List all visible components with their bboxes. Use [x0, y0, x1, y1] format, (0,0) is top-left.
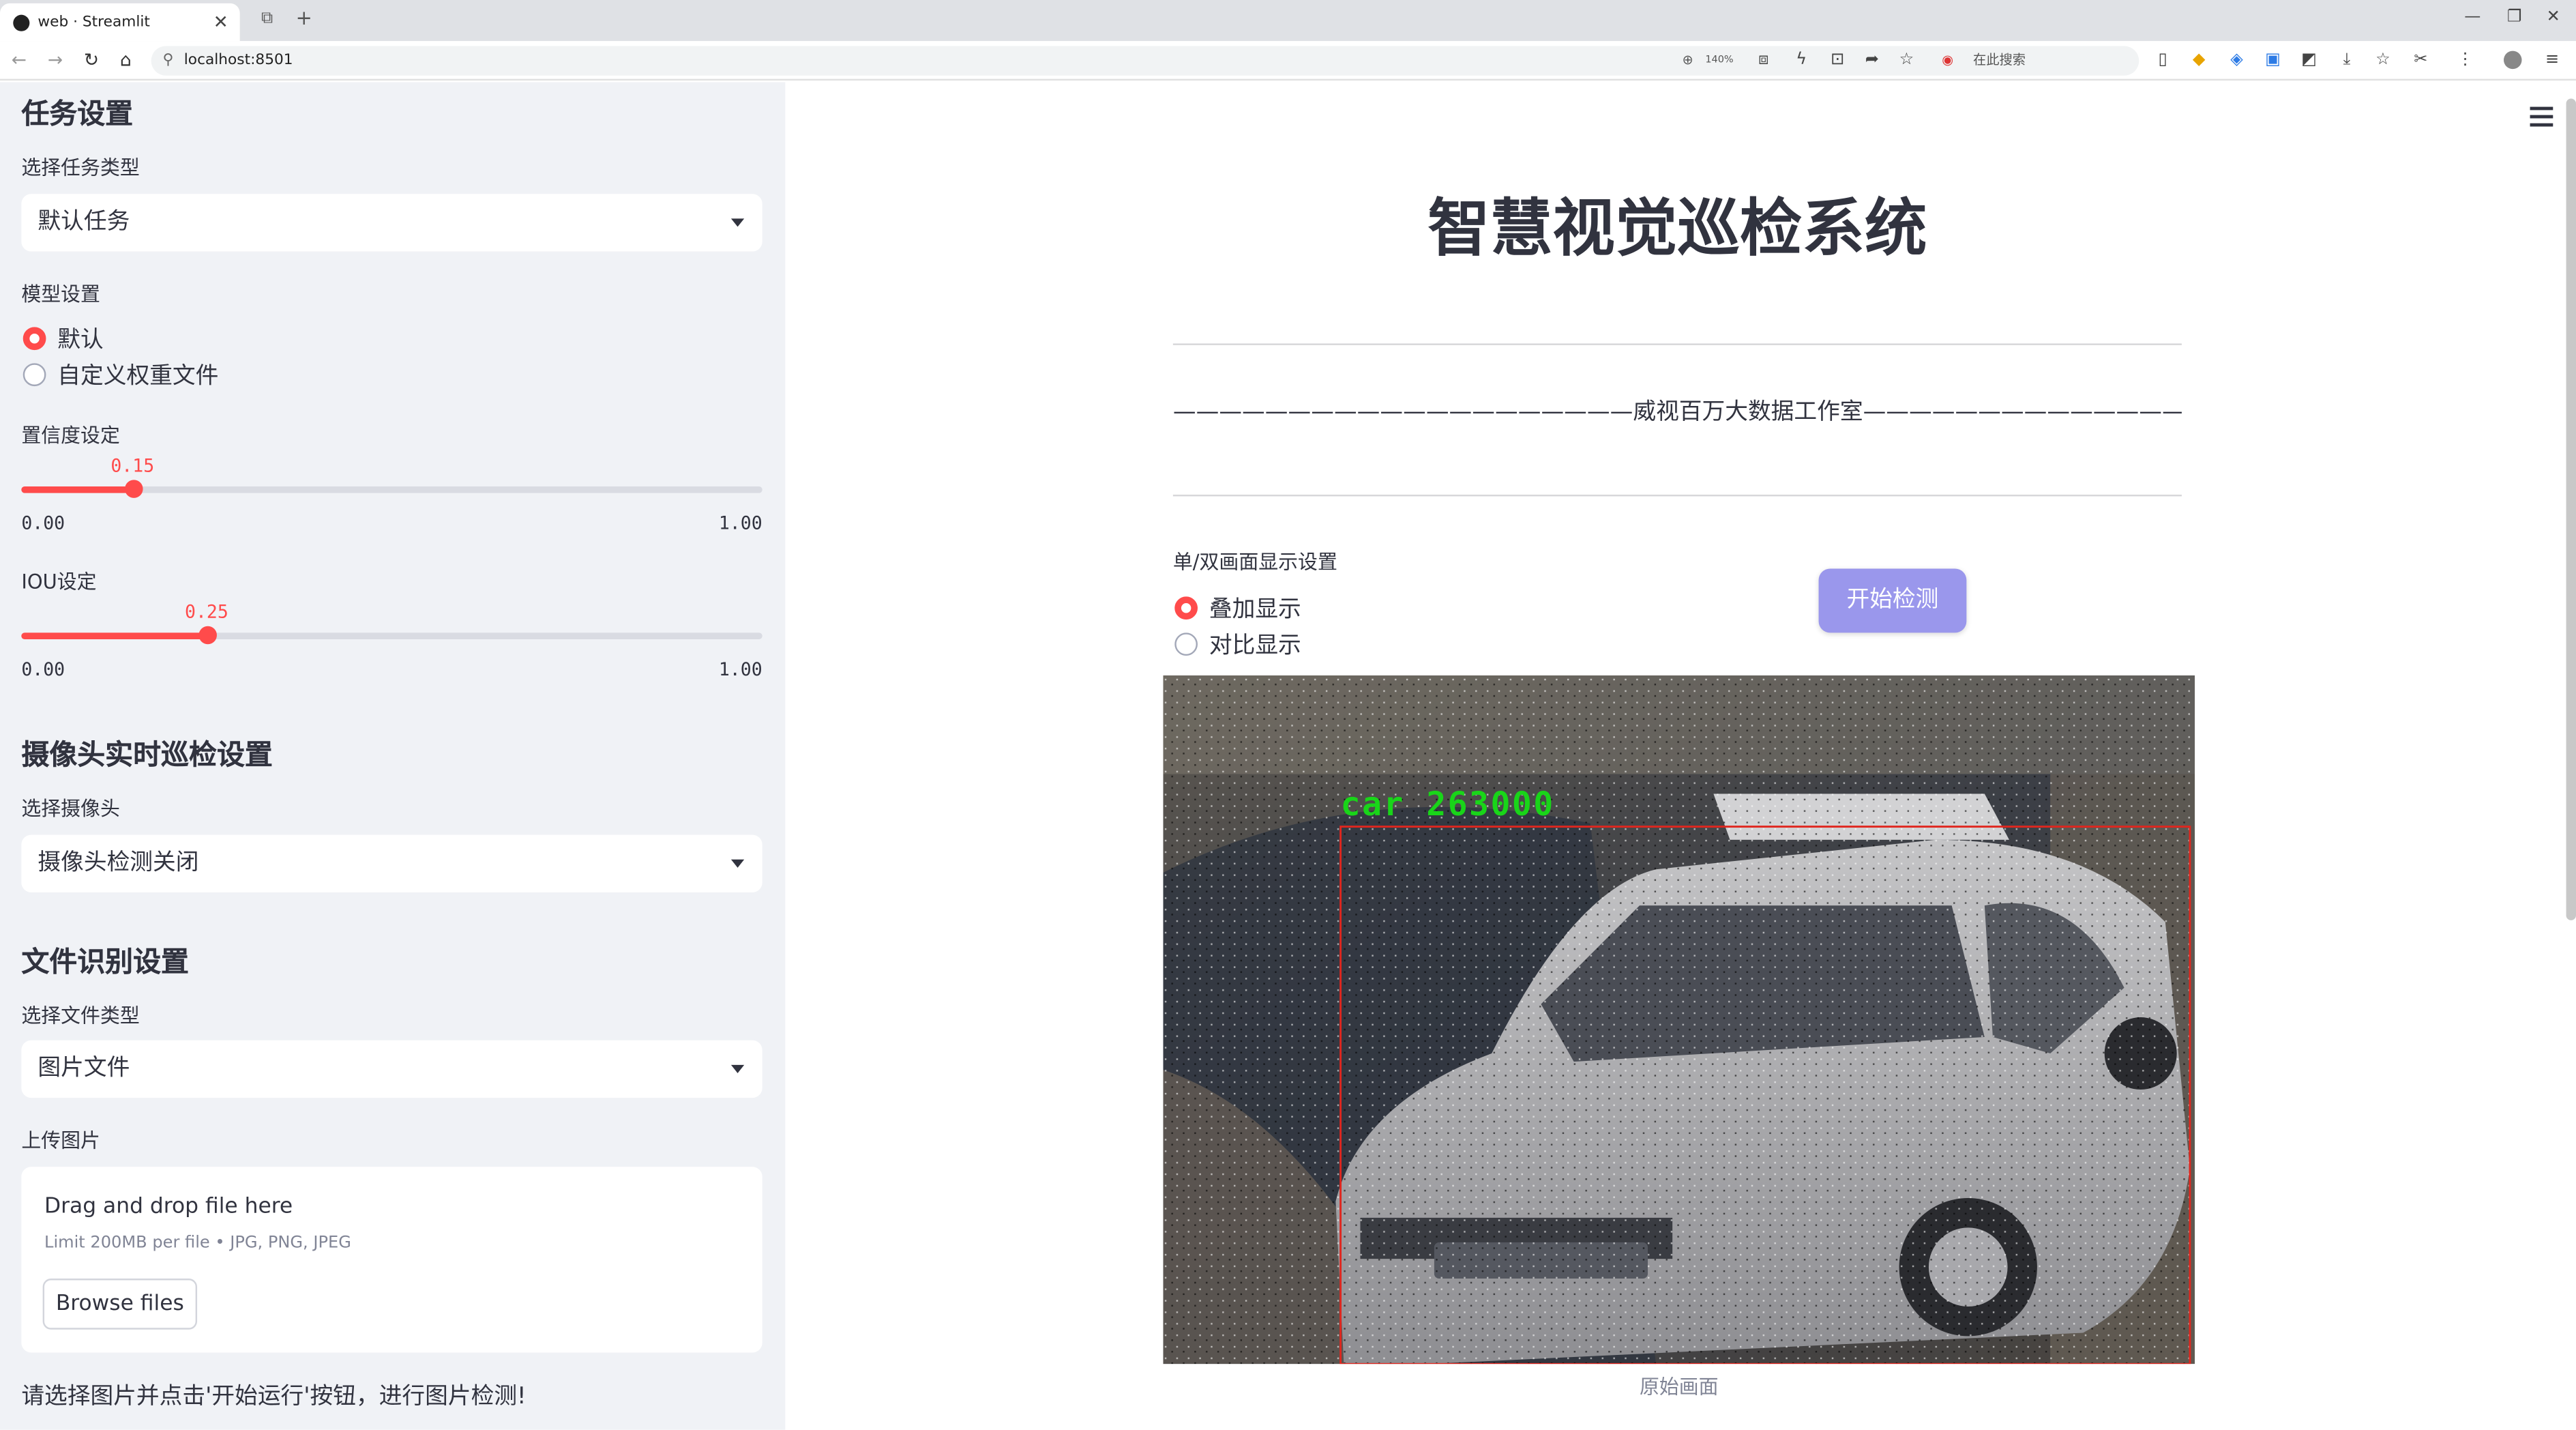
radio-unselected-icon[interactable]	[23, 363, 46, 387]
tab-close-icon[interactable]: ✕	[213, 12, 228, 33]
page-title: 智慧视觉巡检系统	[1427, 192, 1927, 265]
tab-groups-icon[interactable]: ⧉	[261, 10, 273, 27]
search-box-label[interactable]: 在此搜索	[1973, 46, 2026, 75]
car-photo	[1163, 675, 2195, 1365]
conf-label: 置信度设定	[21, 424, 120, 448]
iou-slider-max: 1.00	[718, 658, 763, 681]
extension-3-icon[interactable]: ▣	[2264, 51, 2281, 69]
minimize-icon[interactable]: —	[2464, 8, 2481, 26]
lightning-icon[interactable]: ϟ	[1792, 51, 1810, 69]
camera-select[interactable]: 摄像头检测关闭	[21, 834, 763, 892]
more-menu-icon[interactable]: ⋮	[2456, 51, 2474, 69]
dropzone-text: Drag and drop file here	[44, 1195, 293, 1220]
studio-line: ————————————————————威视百万大数据工作室——————————…	[1172, 399, 2182, 426]
task-type-label: 选择任务类型	[21, 156, 140, 179]
file-type-select[interactable]: 图片文件	[21, 1040, 763, 1098]
reload-icon[interactable]: ↻	[84, 49, 99, 70]
hamburger-menu-icon[interactable]	[2530, 106, 2553, 132]
image-caption: 原始画面	[1639, 1375, 1719, 1399]
site-info-icon[interactable]: ⚲	[162, 46, 173, 75]
iou-slider-value: 0.25	[184, 601, 228, 623]
radio-unselected-icon[interactable]	[1174, 632, 1198, 656]
browser-tab-bar: web · Streamlit ✕ ⧉ + — ❐ ✕	[0, 0, 2576, 42]
task-section-title: 任务设置	[21, 98, 134, 132]
camera-section-title: 摄像头实时巡检设置	[21, 739, 273, 773]
conf-slider-min: 0.00	[21, 512, 65, 534]
bookmark-star-icon[interactable]: ☆	[1897, 51, 1915, 69]
display-option-label: 对比显示	[1209, 632, 1301, 659]
cut-icon[interactable]: ✂	[2412, 51, 2429, 69]
file-section-title: 文件识别设置	[21, 946, 190, 980]
zoom-icon[interactable]: ⊕	[1683, 46, 1693, 75]
conf-slider-max: 1.00	[718, 512, 763, 534]
camera-label: 选择摄像头	[21, 797, 120, 820]
browser-tab[interactable]: web · Streamlit ✕	[0, 3, 240, 42]
iou-label: IOU设定	[21, 570, 97, 594]
display-option-compare[interactable]: 对比显示	[1174, 630, 1301, 659]
start-detection-button[interactable]: 开始检测	[1818, 568, 1967, 633]
browser-toolbar: ← → ↻ ⌂ ⚲ localhost:8501 ⊕ 140% ⧈ ϟ ⊡ ➦ …	[0, 41, 2576, 81]
radio-selected-icon[interactable]	[1174, 596, 1198, 620]
model-option-label: 自定义权重文件	[57, 363, 219, 390]
extension-4-icon[interactable]: ◩	[2300, 51, 2318, 69]
search-engine-icon[interactable]: ◉	[1942, 46, 1953, 75]
back-icon[interactable]: ←	[12, 49, 27, 70]
model-option-default[interactable]: 默认	[23, 324, 104, 353]
zoom-level[interactable]: 140%	[1705, 46, 1733, 75]
url-text: localhost:8501	[183, 53, 293, 70]
screenshot-icon[interactable]: ⊡	[1829, 51, 1846, 69]
favorites-icon[interactable]: ☆	[2374, 51, 2392, 69]
forward-icon[interactable]: →	[48, 49, 63, 70]
file-dropzone[interactable]: Drag and drop file here Limit 200MB per …	[21, 1167, 763, 1353]
profile-avatar[interactable]	[2504, 50, 2522, 70]
conf-slider-value: 0.15	[110, 455, 155, 477]
chevron-down-icon	[730, 859, 745, 868]
iou-slider-thumb[interactable]	[198, 626, 217, 645]
display-option-label: 叠加显示	[1209, 596, 1301, 623]
chevron-down-icon	[730, 218, 745, 227]
display-mode-label: 单/双画面显示设置	[1172, 550, 1337, 574]
reader-mode-icon[interactable]: ▯	[2154, 51, 2172, 69]
conf-slider[interactable]	[21, 480, 763, 498]
file-type-value: 图片文件	[38, 1055, 130, 1081]
display-option-overlay[interactable]: 叠加显示	[1174, 594, 1301, 623]
camera-value: 摄像头检测关闭	[38, 849, 199, 876]
sidebar: 任务设置 选择任务类型 默认任务 模型设置 默认 自定义权重文件 置信度设定 0…	[0, 82, 786, 1430]
streamlit-favicon-icon	[13, 14, 30, 31]
extension-1-icon[interactable]: ◆	[2190, 51, 2208, 69]
model-label: 模型设置	[21, 282, 100, 306]
download-icon[interactable]: ⤓	[2338, 51, 2356, 69]
translate-icon[interactable]: ⧈	[1755, 51, 1773, 69]
model-option-label: 默认	[57, 327, 104, 353]
divider	[1172, 495, 2182, 497]
chevron-down-icon	[730, 1064, 745, 1073]
browse-files-button[interactable]: Browse files	[42, 1279, 198, 1330]
window-close-icon[interactable]: ✕	[2547, 8, 2560, 26]
restore-icon[interactable]: ❐	[2507, 8, 2522, 26]
new-tab-icon[interactable]: +	[296, 7, 312, 30]
file-type-label: 选择文件类型	[21, 1004, 140, 1027]
upload-label: 上传图片	[21, 1128, 100, 1152]
conf-slider-thumb[interactable]	[124, 480, 143, 498]
conf-slider-fill	[21, 486, 133, 493]
tab-title: web · Streamlit	[38, 14, 150, 31]
iou-slider-min: 0.00	[21, 658, 65, 681]
extension-2-icon[interactable]: ◈	[2227, 51, 2245, 69]
model-option-custom[interactable]: 自定义权重文件	[23, 360, 219, 390]
divider	[1172, 343, 2182, 345]
main-content: 智慧视觉巡检系统 ————————————————————威视百万大数据工作室—…	[785, 82, 2576, 1430]
home-icon[interactable]: ⌂	[120, 49, 132, 70]
browser-menu-icon[interactable]: ≡	[2543, 51, 2561, 69]
hint-text: 请选择图片并点击'开始运行'按钮，进行图片检测!	[21, 1384, 527, 1410]
task-type-select[interactable]: 默认任务	[21, 194, 763, 252]
dropzone-limit-text: Limit 200MB per file • JPG, PNG, JPEG	[44, 1234, 351, 1253]
detection-image: car 263000	[1163, 675, 2195, 1365]
iou-slider[interactable]	[21, 626, 763, 645]
iou-slider-fill	[21, 632, 207, 640]
task-type-value: 默认任务	[38, 208, 130, 235]
scrollbar[interactable]	[2566, 98, 2576, 920]
radio-selected-icon[interactable]	[23, 327, 46, 351]
share-icon[interactable]: ➦	[1863, 51, 1881, 69]
detection-label: car 263000	[1340, 783, 1555, 823]
